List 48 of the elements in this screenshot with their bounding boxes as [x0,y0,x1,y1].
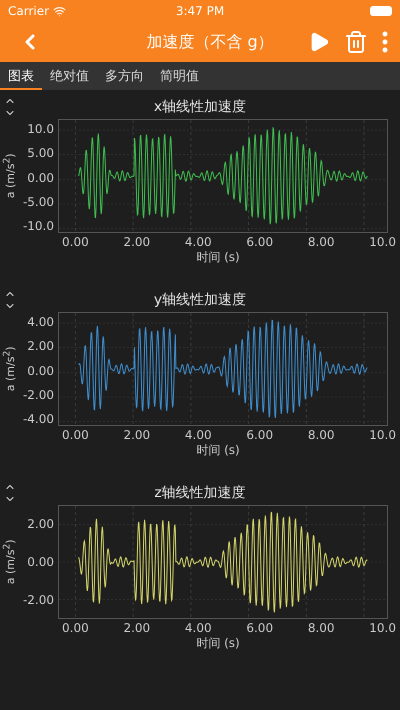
x-tick-label: 10.0 [369,622,396,635]
x-tick-label: 0.00 [62,236,89,249]
y-tick-label: -2.00 [22,388,54,402]
x-axis-label: 时间 (s) [196,442,240,459]
battery-icon [370,6,392,16]
graph-title: z轴线性加速度 [153,484,247,502]
graph-title: y轴线性加速度 [152,291,248,309]
y-tick-label: 0.00 [27,172,54,184]
x-tick-label: 8.00 [308,429,335,442]
x-tick-label: 4.00 [184,236,212,249]
tab[interactable]: 简明值 [152,62,207,90]
carrier-label: Carrier [8,4,50,18]
y-tick-label: 2.00 [27,340,54,354]
x-tick-label: 0.00 [62,622,89,635]
clock: 3:47 PM [176,4,224,18]
tab[interactable]: 绝对值 [42,62,97,90]
y-tick-label: 2.00 [27,518,54,530]
y-tick-label: -2.00 [22,594,54,606]
graph-title: x轴线性加速度 [152,98,248,116]
x-tick-label: 6.00 [246,236,274,249]
x-tick-label: 8.00 [308,622,335,635]
x-tick-label: 10.0 [369,236,396,249]
x-tick-label: 8.00 [308,236,335,249]
x-axis-label: 时间 (s) [196,635,240,652]
y-tick-label: -5.00 [22,196,54,209]
x-tick-label: 10.0 [369,429,396,442]
y-tick-label: 5.00 [27,147,54,160]
x-tick-label: 4.00 [184,429,212,442]
x-tick-label: 2.00 [123,429,150,442]
x-tick-label: 4.00 [184,622,212,635]
y-tick-label: 10.0 [27,123,54,136]
x-tick-label: 6.00 [246,622,274,635]
more-icon [382,31,388,53]
x-tick-label: 2.00 [123,236,150,249]
y-tick-label: -10.0 [22,220,54,233]
y-tick-label: 0.00 [27,556,54,568]
tab[interactable]: 图表 [0,62,42,90]
y-tick-label: 0.00 [27,364,54,378]
y-tick-label: 4.00 [27,316,54,329]
x-tick-label: 6.00 [246,429,274,442]
x-tick-label: 0.00 [62,429,89,442]
wifi-icon [53,4,66,18]
trash-icon [344,30,368,54]
x-axis-label: 时间 (s) [196,249,240,266]
y-tick-label: -4.00 [22,413,54,426]
tab[interactable]: 多方向 [97,62,152,90]
x-tick-label: 2.00 [123,622,150,635]
screen-title: 加速度（不含 g） [145,32,275,52]
